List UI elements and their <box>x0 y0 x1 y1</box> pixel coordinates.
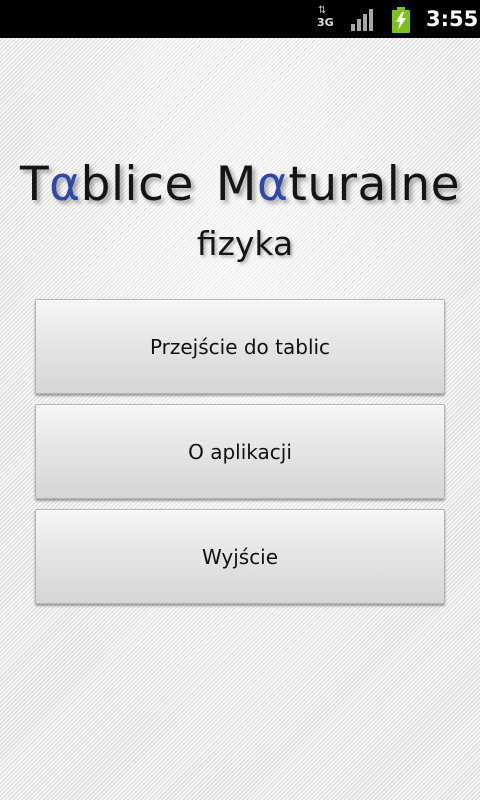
title-letter: M <box>215 157 257 212</box>
title-letter: T <box>19 157 50 212</box>
app-screen: ⇅ 3G 3:55 Tαblice Mαturalne fizyka Przejś… <box>0 0 480 800</box>
battery-charging-icon <box>392 7 410 33</box>
go-to-tables-button[interactable]: Przejście do tablic <box>35 299 445 394</box>
title-alpha-glyph: α <box>256 157 289 212</box>
network-activity-icon: ⇅ <box>318 5 327 16</box>
exit-button[interactable]: Wyjście <box>35 509 445 604</box>
title-letters: blice <box>80 157 194 212</box>
signal-bars-icon <box>351 9 373 31</box>
title-alpha-glyph: α <box>49 157 81 212</box>
network-type-label: 3G <box>317 16 334 29</box>
status-bar: ⇅ 3G 3:55 <box>0 0 480 38</box>
network-3g-icon: ⇅ 3G <box>316 6 336 32</box>
status-clock: 3:55 <box>426 7 479 31</box>
app-title: Tαblice Mαturalne <box>0 155 480 215</box>
title-word-tablice: Tαblice <box>20 155 194 215</box>
about-app-button[interactable]: O aplikacji <box>35 404 445 499</box>
app-subtitle: fizyka <box>196 224 294 263</box>
title-letters: turalne <box>288 157 461 212</box>
title-word-maturalne: Mαturalne <box>216 155 460 215</box>
